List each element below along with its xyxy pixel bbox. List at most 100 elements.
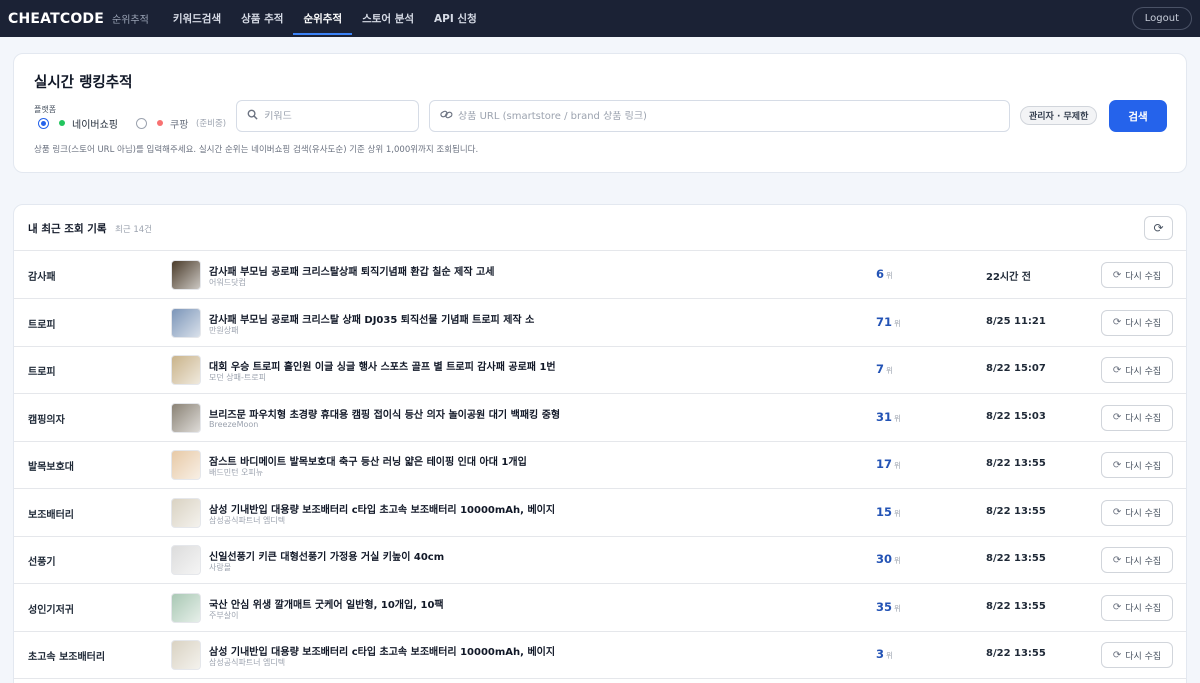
- table-row: 감사패 감사패 부모님 공로패 크리스탈상패 퇴직기념패 환갑 칠순 제작 고세 어…: [14, 252, 1186, 299]
- search-button[interactable]: 검색: [1109, 100, 1167, 132]
- refresh-icon: ⟳: [1112, 269, 1122, 281]
- product-name[interactable]: 감사패 부모님 공로패 크리스탈 상패 DJ035 퇴직선물 기념패 트로피 제…: [209, 311, 534, 326]
- logout-button[interactable]: Logout: [1131, 7, 1192, 30]
- refresh-icon: ⟳: [1112, 364, 1122, 376]
- refresh-icon: ⟳: [1112, 459, 1122, 471]
- rank-number: 30: [876, 552, 893, 566]
- product-name[interactable]: 감사패 부모님 공로패 크리스탈상패 퇴직기념패 환갑 칠순 제작 고세: [209, 263, 494, 278]
- row-keyword: 선풍기: [28, 557, 56, 568]
- recollect-button[interactable]: ⟳ 다시 수집: [1101, 404, 1173, 431]
- nav-store-analysis[interactable]: 스토어 분석: [352, 0, 424, 37]
- refresh-icon: ⟳: [1112, 554, 1122, 566]
- checked-time: 8/22 13:55: [986, 505, 1046, 517]
- product-name[interactable]: 대회 우승 트로피 홀인원 이글 싱글 행사 스포츠 골프 별 트로피 감사패 …: [209, 358, 556, 373]
- recollect-label: 다시 수집: [1125, 509, 1162, 519]
- brand-logo[interactable]: CHEATCODE: [8, 11, 104, 27]
- refresh-icon: ⟳: [1112, 649, 1122, 661]
- checked-time: 8/22 13:55: [986, 553, 1046, 564]
- platform-radio-naver[interactable]: [38, 118, 49, 129]
- recollect-label: 다시 수집: [1125, 319, 1162, 329]
- product-url-input[interactable]: [458, 110, 980, 122]
- history-title: 내 최근 조회 기록: [28, 223, 107, 235]
- row-keyword: 트로피: [28, 319, 56, 331]
- row-keyword: 발목보호대: [28, 462, 74, 473]
- row-keyword: 성인기저귀: [28, 604, 74, 616]
- link-icon: [440, 109, 454, 123]
- recollect-label: 다시 수집: [1125, 604, 1162, 614]
- rank-value: 35 위: [876, 600, 901, 614]
- recollect-button[interactable]: ⟳ 다시 수집: [1101, 594, 1173, 621]
- recollect-label: 다시 수집: [1125, 461, 1162, 472]
- rank-number: 17: [876, 457, 893, 471]
- rank-unit: 위: [894, 461, 901, 470]
- checked-time: 8/25 11:21: [986, 315, 1046, 327]
- platform-radio-coupang[interactable]: [136, 118, 147, 129]
- store-name: 배드민턴 오피뉴: [209, 468, 264, 477]
- checked-time: 8/22 15:03: [986, 410, 1046, 422]
- product-name[interactable]: 잠스트 바디메이트 발목보호대 축구 등산 러닝 얇은 테이핑 인대 아대 1개…: [209, 453, 527, 468]
- recollect-button[interactable]: ⟳ 다시 수집: [1101, 309, 1173, 336]
- row-keyword: 캠핑의자: [28, 414, 65, 426]
- rank-value: 15 위: [876, 505, 901, 519]
- naver-dot-icon: [59, 120, 65, 126]
- table-row: 초고속 보조배터리 삼성 기내반입 대용량 보조배터리 c타입 초고속 보조배터리…: [14, 632, 1186, 679]
- rank-value: 7위: [876, 362, 893, 376]
- table-row: 트로피 감사패 부모님 공로패 크리스탈 상패 DJ035 퇴직선물 기념패 트로…: [14, 300, 1186, 347]
- recollect-button[interactable]: ⟳ 다시 수집: [1101, 642, 1173, 668]
- platform-coupang-label[interactable]: 쿠팡: [170, 116, 188, 131]
- rank-number: 3: [876, 647, 885, 661]
- help-text: 상품 링크(스토어 URL 아님)를 입력해주세요. 실시간 순위는 네이버쇼핑…: [34, 145, 479, 155]
- table-row: 캠핑의자 브리즈문 파우치형 초경량 휴대용 캠핑 접이식 등산 의자 놀이공원 …: [14, 395, 1186, 442]
- product-name[interactable]: 브리즈문 파우치형 초경량 휴대용 캠핑 접이식 등산 의자 놀이공원 대기 백…: [209, 406, 560, 421]
- rank-number: 7: [876, 362, 885, 376]
- admin-unlimited-badge: 관리자 · 무제한: [1020, 106, 1098, 125]
- rank-value: 31 위: [876, 410, 901, 424]
- product-thumbnail: [171, 355, 201, 385]
- product-name[interactable]: 신일선풍기 키큰 대형선풍기 가정용 거실 키높이 40cm: [209, 548, 444, 563]
- nav-keyword-search[interactable]: 키워드검색: [163, 0, 231, 37]
- product-name[interactable]: 국산 안심 위생 깔개매트 굿케어 일반형, 10개입, 10팩: [209, 596, 444, 611]
- row-keyword: 초고속 보조배터리: [28, 652, 106, 663]
- platform-naver-label[interactable]: 네이버쇼핑: [72, 116, 118, 131]
- product-name[interactable]: 삼성 기내반입 대용량 보조배터리 c타입 초고속 보조배터리 10000mAh…: [209, 643, 555, 658]
- table-row: 트로피 대회 우승 트로피 홀인원 이글 싱글 행사 스포츠 골프 별 트로피 감…: [14, 347, 1186, 394]
- keyword-input[interactable]: [264, 110, 418, 122]
- recollect-label: 다시 수집: [1125, 271, 1162, 282]
- rank-unit: 위: [894, 556, 901, 565]
- rank-number: 31: [876, 409, 893, 424]
- product-thumbnail: [171, 260, 201, 290]
- table-row: 발목보호대 잠스트 바디메이트 발목보호대 축구 등산 러닝 얇은 테이핑 인대 …: [14, 442, 1186, 489]
- store-name: 주부살이: [209, 610, 239, 620]
- recollect-button[interactable]: ⟳ 다시 수집: [1101, 262, 1173, 288]
- rank-number: 35: [876, 599, 893, 614]
- nav-product-tracking[interactable]: 상품 추적: [231, 0, 293, 37]
- nav-api-request[interactable]: API 신청: [424, 0, 487, 37]
- rank-value: 17 위: [876, 457, 901, 471]
- url-input-box: [429, 100, 1010, 132]
- rank-number: 15: [876, 504, 893, 519]
- rank-value: 3위: [876, 647, 893, 661]
- search-icon: [247, 109, 260, 123]
- product-thumbnail: [171, 307, 201, 338]
- row-keyword: 보조배터리: [28, 509, 74, 521]
- rank-unit: 위: [894, 603, 901, 613]
- checked-time: 8/22 13:55: [986, 600, 1046, 612]
- row-keyword: 트로피: [28, 367, 56, 378]
- recollect-button[interactable]: ⟳ 다시 수집: [1101, 499, 1173, 526]
- brand-subtitle: 순위추적: [112, 15, 149, 26]
- history-header: 내 최근 조회 기록 최근 14건 ⟳: [14, 205, 1186, 251]
- refresh-button[interactable]: ⟳: [1144, 216, 1173, 240]
- history-count: 최근 14건: [115, 225, 152, 235]
- refresh-icon: ⟳: [1112, 412, 1122, 423]
- rank-number: 71: [876, 314, 893, 329]
- search-card: 실시간 랭킹추적 플랫폼 네이버쇼핑 쿠팡 (준비중) 관리자 · 무제한 검색…: [13, 53, 1187, 173]
- product-name[interactable]: 삼성 기내반입 대용량 보조배터리 c타입 초고속 보조배터리 10000mAh…: [209, 501, 555, 516]
- recollect-button[interactable]: ⟳ 다시 수집: [1101, 357, 1173, 383]
- recollect-button[interactable]: ⟳ 다시 수집: [1101, 547, 1173, 573]
- store-name: 사랑몰: [209, 563, 232, 572]
- nav-rank-tracking[interactable]: 순위추적: [293, 0, 352, 37]
- rank-value: 30 위: [876, 552, 901, 566]
- recollect-button[interactable]: ⟳ 다시 수집: [1101, 452, 1173, 478]
- store-name: 삼성공식파트너 엠디텍: [209, 515, 286, 525]
- row-keyword: 감사패: [28, 272, 56, 283]
